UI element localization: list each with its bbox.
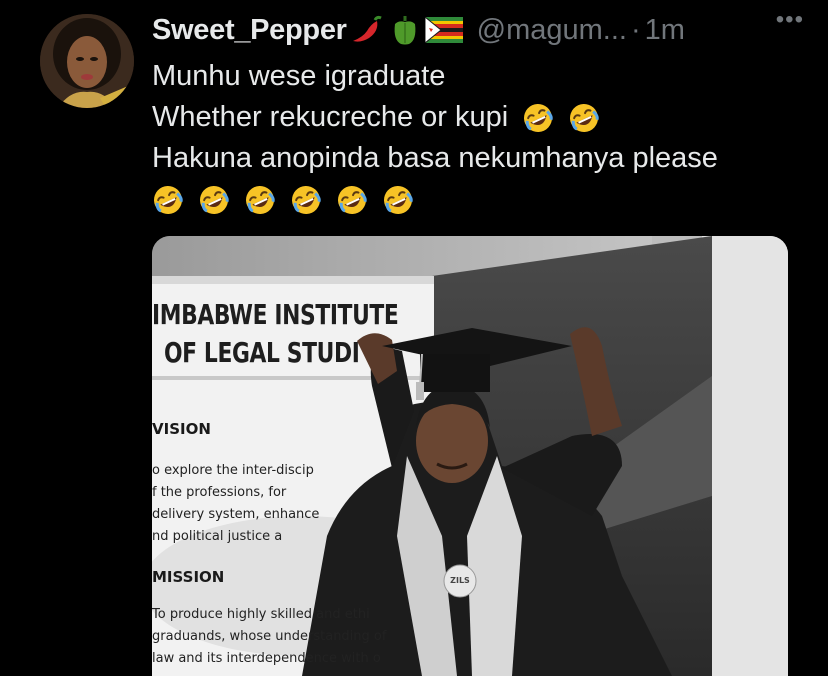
separator-dot: ·	[630, 13, 641, 46]
emoji-group-line-4	[152, 184, 414, 216]
emoji-group-line-2	[508, 102, 600, 134]
tweet-line-3: Hakuna anopinda basa nekumhanya please	[152, 138, 802, 179]
tweet-line-3-text: Hakuna anopinda basa nekumhanya please	[152, 142, 718, 174]
handle[interactable]: @magum...	[477, 14, 627, 47]
vision-heading: VISION	[152, 420, 211, 438]
timestamp[interactable]: 1m	[645, 14, 685, 47]
display-name[interactable]: Sweet_Pepper	[152, 14, 347, 47]
tweet-line-1: Munhu wese igraduate	[152, 56, 802, 97]
zimbabwe-flag-icon	[424, 17, 463, 43]
tweet-line-1-text: Munhu wese igraduate	[152, 60, 446, 92]
tweet-line-4	[152, 179, 802, 220]
tweet-header: Sweet_Pepper @magum... · 1m	[152, 10, 812, 50]
vision-line: f the professions, for	[152, 485, 287, 500]
bell-pepper-icon	[389, 14, 421, 46]
avatar[interactable]	[40, 14, 134, 108]
rolling-on-floor-laughing-emoji-icon	[568, 102, 600, 134]
hot-pepper-emoji-icon	[351, 15, 385, 45]
tweet-line-2: Whether rekucreche or kupi	[152, 97, 802, 138]
mission-line: law and its interdependence with o	[152, 651, 381, 666]
avatar-image	[40, 14, 134, 108]
rolling-on-floor-laughing-emoji-icon	[522, 102, 554, 134]
tweet-media-photo[interactable]: IMBABWE INSTITUTE OF LEGAL STUDI VISION …	[152, 236, 788, 676]
tweet-line-2-text: Whether rekucreche or kupi	[152, 101, 509, 133]
rolling-on-floor-laughing-emoji-icon	[336, 184, 368, 216]
more-options-icon[interactable]: •••	[776, 6, 804, 34]
mission-heading: MISSION	[152, 568, 225, 586]
mission-line: To produce highly skilled and ethi	[152, 607, 370, 622]
rolling-on-floor-laughing-emoji-icon	[382, 184, 414, 216]
gown-badge: ZILS	[450, 576, 470, 585]
tweet[interactable]: Sweet_Pepper @magum... · 1m ••• Munhu we…	[0, 0, 828, 676]
vision-text: o explore the inter-discip f the profess…	[152, 460, 319, 548]
mission-line: graduands, whose understanding of	[152, 629, 387, 644]
vision-line: nd political justice a	[152, 529, 283, 544]
vision-line: o explore the inter-discip	[152, 463, 314, 478]
rolling-on-floor-laughing-emoji-icon	[152, 184, 184, 216]
vision-line: delivery system, enhance	[152, 507, 320, 522]
banner-title-line-2: OF LEGAL STUDI	[164, 336, 360, 369]
banner-title-line-1: IMBABWE INSTITUTE	[152, 298, 399, 331]
tweet-text: Munhu wese igraduate Whether rekucreche …	[152, 56, 802, 220]
mission-text: To produce highly skilled and ethi gradu…	[152, 604, 386, 670]
rolling-on-floor-laughing-emoji-icon	[244, 184, 276, 216]
rolling-on-floor-laughing-emoji-icon	[198, 184, 230, 216]
rolling-on-floor-laughing-emoji-icon	[290, 184, 322, 216]
